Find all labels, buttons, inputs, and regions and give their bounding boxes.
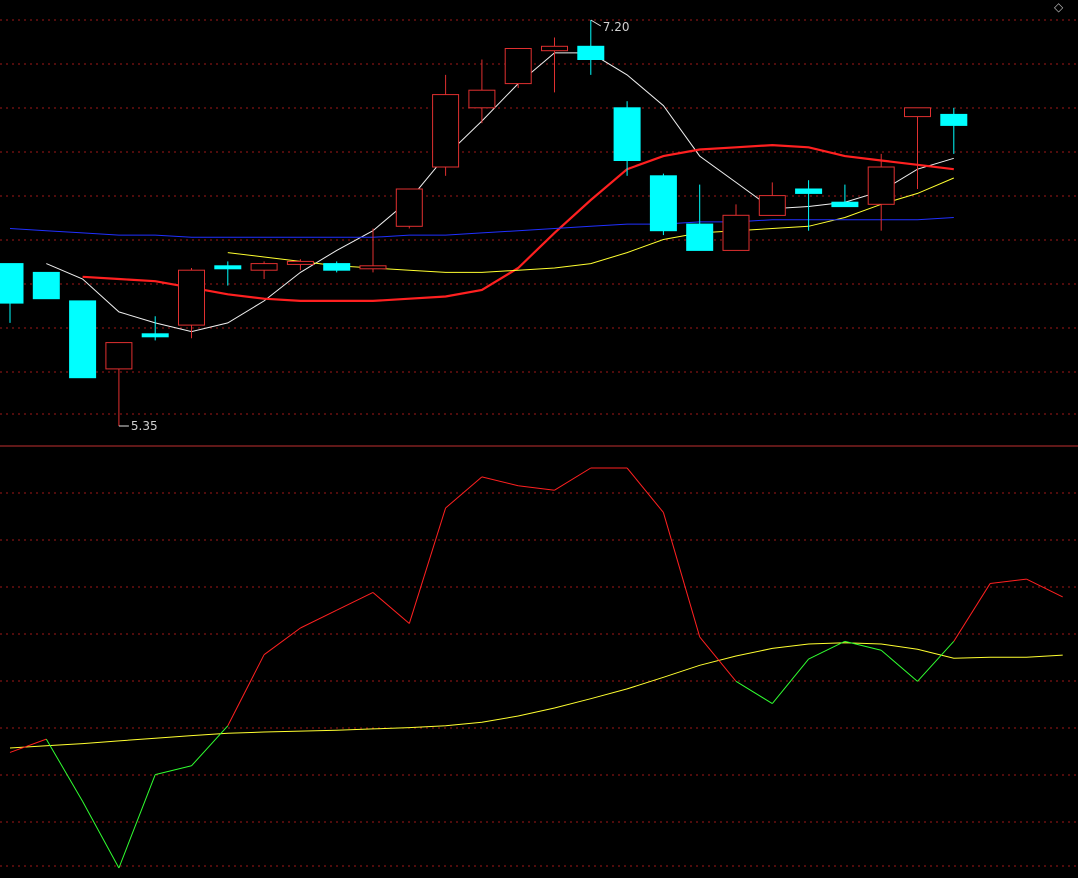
indicator-segment bbox=[699, 636, 737, 682]
candle-body bbox=[795, 188, 823, 194]
indicator-segment bbox=[155, 765, 192, 776]
candle-body bbox=[758, 195, 786, 216]
indicator-segment bbox=[300, 609, 337, 629]
candle-body bbox=[286, 260, 314, 265]
indicator-segment bbox=[227, 654, 265, 727]
high-marker-line bbox=[590, 19, 602, 27]
signal-line bbox=[9, 642, 1063, 749]
stock-chart[interactable]: 7.20 5.35 bbox=[0, 0, 1078, 878]
candle-body bbox=[613, 107, 641, 162]
candle-body bbox=[541, 45, 568, 52]
indicator-segment bbox=[554, 467, 592, 491]
candle-body bbox=[141, 333, 169, 338]
indicator-segment bbox=[990, 578, 1027, 585]
indicator-segment bbox=[917, 640, 955, 682]
candle-body bbox=[69, 300, 97, 379]
candle-body bbox=[0, 263, 24, 304]
candle-body bbox=[940, 113, 968, 126]
indicator-segment bbox=[191, 725, 229, 767]
indicator-segment bbox=[662, 512, 701, 638]
gridlines bbox=[0, 19, 1078, 867]
indicator-segment bbox=[844, 640, 882, 651]
indicator-segment bbox=[481, 476, 519, 487]
indicator-segment bbox=[372, 592, 410, 624]
indicator-segment bbox=[82, 801, 120, 869]
candle-body bbox=[32, 271, 60, 300]
indicator-segment bbox=[518, 485, 555, 491]
indicator-segment bbox=[735, 680, 773, 704]
candle-body bbox=[468, 89, 496, 109]
candle-body bbox=[504, 48, 532, 85]
candle-body bbox=[722, 214, 750, 251]
candle-body bbox=[686, 223, 714, 251]
indicator-segment bbox=[953, 583, 991, 642]
indicator-segment bbox=[626, 467, 664, 513]
candle-body bbox=[649, 175, 677, 232]
candle-body bbox=[867, 166, 895, 205]
candle-body bbox=[577, 45, 605, 60]
indicator-segment bbox=[118, 774, 156, 869]
indicator-segment bbox=[880, 649, 918, 682]
candle-body bbox=[359, 265, 387, 270]
candle-body bbox=[323, 263, 351, 271]
candle-body bbox=[395, 188, 423, 227]
diamond-icon[interactable]: ◇ bbox=[1054, 1, 1064, 13]
indicator-segment bbox=[45, 738, 84, 802]
candle-body bbox=[432, 94, 460, 168]
indicator-segment bbox=[771, 658, 809, 704]
indicator-segment bbox=[1026, 578, 1063, 598]
candle-body bbox=[214, 265, 242, 270]
indicator-segment bbox=[445, 476, 483, 509]
low-price-label: 5.35 bbox=[131, 419, 158, 433]
candle-body bbox=[250, 263, 278, 271]
indicator-segment bbox=[263, 627, 301, 656]
indicator-segment bbox=[336, 591, 374, 611]
candle-body bbox=[904, 107, 931, 118]
indicator-segment bbox=[408, 507, 447, 624]
candle-body bbox=[831, 201, 859, 208]
candle-body bbox=[178, 269, 205, 326]
candle-body bbox=[105, 342, 133, 370]
ma-line bbox=[9, 217, 954, 238]
high-price-label: 7.20 bbox=[603, 20, 630, 34]
oscillator-lines bbox=[9, 467, 1063, 869]
